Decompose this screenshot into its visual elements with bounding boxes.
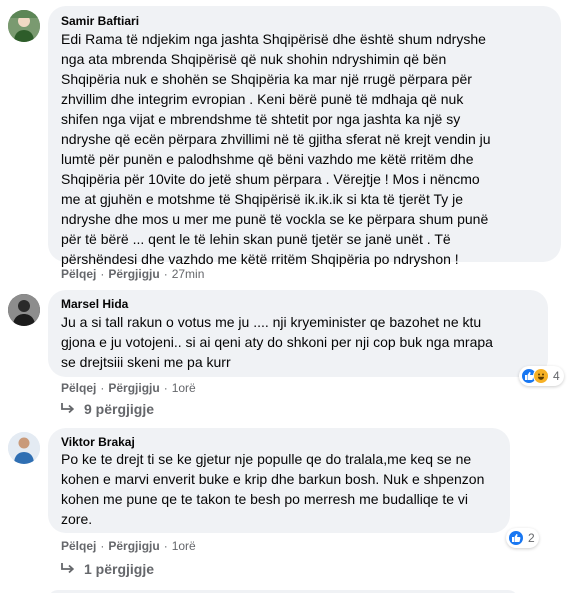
reaction-summary[interactable]: 4 xyxy=(519,366,564,386)
comment-actions: Pëlqej · Përgjigju · 1orë xyxy=(61,381,196,395)
comment-line: Shqipëria për 10vite do jetë shum përpar… xyxy=(61,171,480,187)
avatar-image-icon xyxy=(8,432,40,464)
comment-text: Po ke te drejt ti se ke gjetur nje popul… xyxy=(61,449,484,529)
comment-line: zhvillim dhe integrim evropian . Keni bë… xyxy=(61,91,464,107)
comment-text: Ju a si tall rakun o votus me ju .... nj… xyxy=(61,312,493,372)
avatar-image-icon xyxy=(8,294,40,326)
reaction-count: 2 xyxy=(528,531,535,545)
reply-button[interactable]: Përgjigju xyxy=(108,381,159,395)
comment-line: Edi Rama të ndjekim nga jashta Shqipëris… xyxy=(61,31,486,47)
comment-line: me at gjuhën e motshme të Shqipërisë ik.… xyxy=(61,191,464,207)
comment-line: nga ata mbrenda Shqipërisë që nuk shohin… xyxy=(61,51,447,67)
avatar[interactable] xyxy=(8,10,40,42)
comment-timestamp[interactable]: 27min xyxy=(172,267,205,281)
comment-author[interactable]: Samir Baftiari xyxy=(61,14,139,28)
comment-line: për të bërë ... qent le të lehin skan pu… xyxy=(61,231,451,247)
avatar[interactable] xyxy=(8,294,40,326)
reply-button[interactable]: Përgjigju xyxy=(108,539,159,553)
view-replies-button[interactable]: 9 përgjigje xyxy=(60,401,154,417)
replies-count-label: 1 përgjigje xyxy=(84,561,155,577)
comment-line: kohen e marvi enverit buke e krip dhe ba… xyxy=(61,471,485,487)
like-button[interactable]: Pëlqej xyxy=(61,539,96,553)
comment-line: kohen me pune qe te takon te besh po mer… xyxy=(61,491,469,507)
comment-line: lumtë për punën e palodhshme që bëni vaz… xyxy=(61,151,474,167)
reaction-summary[interactable]: 2 xyxy=(506,528,539,548)
comment-line: shifen nga vijat e mbrendshme të shtetit… xyxy=(61,111,461,127)
comment-actions: Pëlqej · Përgjigju · 27min xyxy=(61,267,205,281)
comment-line: se drejtsiii skeni me pa kurr xyxy=(61,354,231,370)
reaction-count: 4 xyxy=(553,369,560,383)
reply-arrow-icon xyxy=(61,403,75,414)
thumbs-up-icon xyxy=(508,530,524,546)
view-replies-button[interactable]: 1 përgjigje xyxy=(60,561,154,577)
comment-author[interactable]: Marsel Hida xyxy=(61,297,128,311)
comment-line: përshëndesi dhe vazhdo me këtë rritëm Sh… xyxy=(61,251,459,267)
laughing-face-icon xyxy=(533,368,549,384)
comment-line: gjona e ju votojeni.. si ai qeni aty do … xyxy=(61,334,493,350)
like-button[interactable]: Pëlqej xyxy=(61,381,96,395)
comment-line: Po ke te drejt ti se ke gjetur nje popul… xyxy=(61,451,472,467)
comment-samir: Samir Baftiari Edi Rama të ndjekim nga j… xyxy=(0,0,577,292)
avatar[interactable] xyxy=(8,432,40,464)
reply-button[interactable]: Përgjigju xyxy=(108,267,159,281)
comment-line: ndryshe dhe mos u mer me punë të vockla … xyxy=(61,211,489,227)
like-button[interactable]: Pëlqej xyxy=(61,267,96,281)
avatar-image-icon xyxy=(8,10,40,42)
comment-text: Edi Rama të ndjekim nga jashta Shqipëris… xyxy=(61,29,491,269)
comment-timestamp[interactable]: 1orë xyxy=(172,381,196,395)
reply-arrow-icon xyxy=(61,563,75,574)
comment-line: Ju a si tall rakun o votus me ju .... nj… xyxy=(61,314,482,330)
comment-line: ndryshe që ecën përpara zhvillimi në të … xyxy=(61,131,491,147)
comment-marsel: Marsel Hida Ju a si tall rakun o votus m… xyxy=(0,290,577,420)
comment-actions: Pëlqej · Përgjigju · 1orë xyxy=(61,539,196,553)
comment-viktor: Viktor Brakaj Po ke te drejt ti se ke gj… xyxy=(0,428,577,593)
replies-count-label: 9 përgjigje xyxy=(84,401,155,417)
comment-line: Shqipëria nuk e shohën se Shqipëria ka m… xyxy=(61,71,472,87)
comment-line: zore. xyxy=(61,511,93,527)
comment-author[interactable]: Viktor Brakaj xyxy=(61,435,135,449)
comment-timestamp[interactable]: 1orë xyxy=(172,539,196,553)
